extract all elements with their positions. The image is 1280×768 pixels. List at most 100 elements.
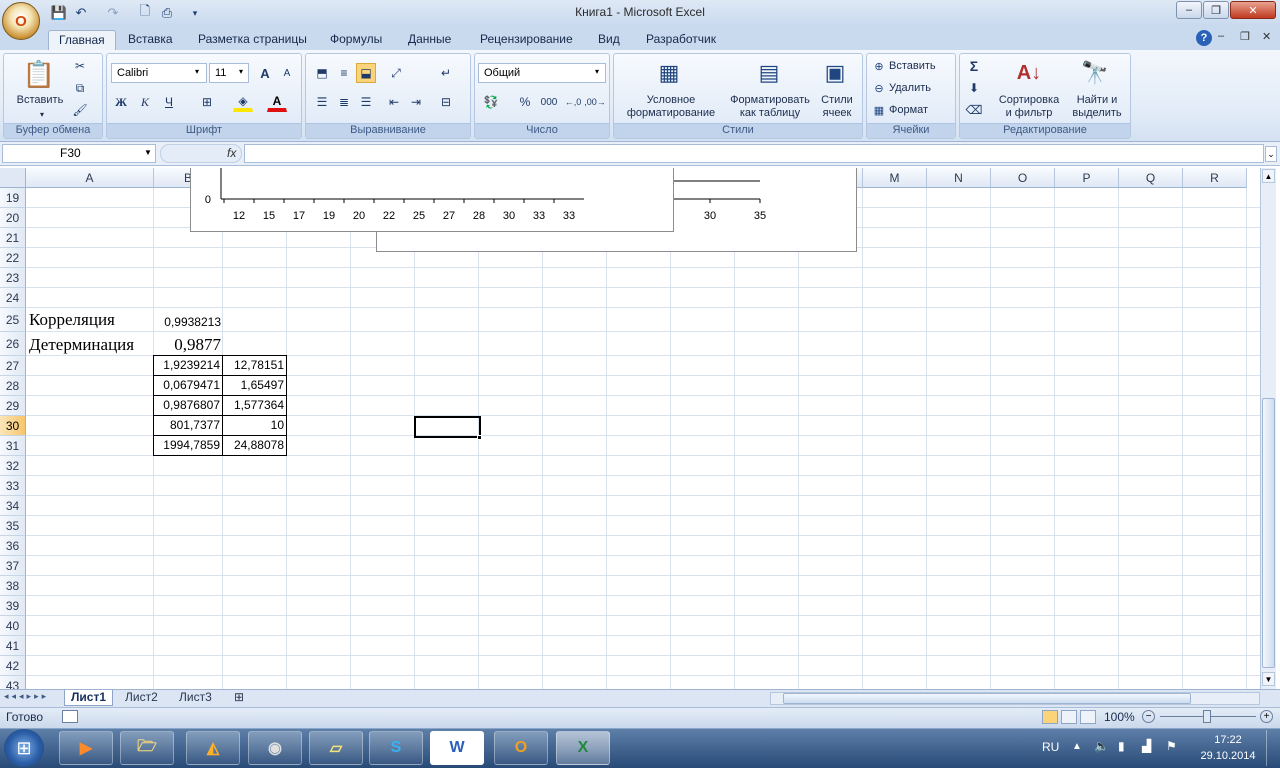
cell-b26[interactable]: 0,9877 xyxy=(155,334,221,356)
row-header-34[interactable]: 34 xyxy=(0,496,26,516)
number-format-combo[interactable]: Общий xyxy=(478,63,606,83)
sheet-tab-2[interactable]: Лист2 xyxy=(119,690,164,706)
office-button[interactable]: O xyxy=(2,2,40,40)
autosum-button[interactable]: Σ xyxy=(964,56,984,76)
insert-function-button[interactable]: fx xyxy=(160,144,242,163)
tab-data[interactable]: Данные xyxy=(398,30,461,50)
skype-icon[interactable]: S xyxy=(369,731,423,765)
tab-home[interactable]: Главная xyxy=(48,30,116,50)
delete-cells-button[interactable]: Удалить xyxy=(889,82,951,95)
orientation-icon[interactable]: ⤢ xyxy=(386,63,406,83)
worksheet-grid[interactable]: ABCDEFGHIJKLMNOPQR 192021222324252627282… xyxy=(0,168,1260,689)
clock-date[interactable]: 29.10.2014 xyxy=(1194,750,1262,762)
cell-b27[interactable]: 1,9239214 xyxy=(153,355,223,376)
cell-c28[interactable]: 1,65497 xyxy=(222,375,287,396)
row-header-33[interactable]: 33 xyxy=(0,476,26,496)
underline-button[interactable]: Ч xyxy=(159,92,179,112)
zoom-level[interactable]: 100% xyxy=(1104,710,1135,724)
align-right-icon[interactable]: ☰ xyxy=(356,92,376,112)
align-middle-icon[interactable]: ≡ xyxy=(334,63,354,83)
find-select-button[interactable]: Найти и выделить xyxy=(1066,94,1128,120)
vertical-scroll-thumb[interactable] xyxy=(1262,398,1275,668)
cut-icon[interactable]: ✂ xyxy=(70,56,90,76)
row-header-23[interactable]: 23 xyxy=(0,268,26,288)
sticky-notes-icon[interactable]: ▱ xyxy=(309,731,363,765)
borders-icon[interactable]: ⊞ xyxy=(197,92,217,112)
increase-indent-icon[interactable]: ⇥ xyxy=(406,92,426,112)
row-header-22[interactable]: 22 xyxy=(0,248,26,268)
sheet-tab-1[interactable]: Лист1 xyxy=(64,690,114,706)
cell-c31[interactable]: 24,88078 xyxy=(222,435,287,456)
horizontal-scroll-thumb[interactable] xyxy=(783,693,1191,704)
column-header-m[interactable]: M xyxy=(863,168,927,188)
formula-expand-icon[interactable]: ⌄ xyxy=(1265,146,1277,162)
shrink-font-button[interactable]: A xyxy=(277,63,297,83)
tray-expand-icon[interactable]: ▲ xyxy=(1072,741,1082,752)
cell-b25[interactable]: 0,9938213 xyxy=(155,310,221,330)
cell-b30[interactable]: 801,7377 xyxy=(153,415,223,436)
format-cells-button[interactable]: Формат xyxy=(889,104,951,117)
normal-view-icon[interactable] xyxy=(1042,710,1058,724)
thousands-button[interactable]: 000 xyxy=(537,92,561,112)
row-header-19[interactable]: 19 xyxy=(0,188,26,208)
horizontal-scrollbar[interactable] xyxy=(770,692,1260,705)
row-header-27[interactable]: 27 xyxy=(0,356,26,376)
row-header-40[interactable]: 40 xyxy=(0,616,26,636)
file-explorer-icon[interactable]: 🗁 xyxy=(120,731,174,765)
select-all-corner[interactable] xyxy=(0,168,26,188)
name-box[interactable]: F30 xyxy=(2,144,156,163)
row-header-25[interactable]: 25 xyxy=(0,308,26,332)
row-header-43[interactable]: 43 xyxy=(0,676,26,689)
font-color-button[interactable]: A xyxy=(267,92,287,112)
copy-icon[interactable]: ⧉ xyxy=(70,78,90,98)
sort-filter-button[interactable]: Сортировка и фильтр xyxy=(994,94,1064,120)
page-layout-view-icon[interactable] xyxy=(1061,710,1077,724)
restore-button[interactable]: ❐ xyxy=(1203,1,1229,19)
macro-record-icon[interactable] xyxy=(62,710,78,723)
excel-icon[interactable]: X xyxy=(556,731,610,765)
ribbon-minimize-icon[interactable]: – xyxy=(1218,30,1224,42)
column-header-r[interactable]: R xyxy=(1183,168,1247,188)
row-header-41[interactable]: 41 xyxy=(0,636,26,656)
language-indicator[interactable]: RU xyxy=(1042,740,1059,754)
percent-button[interactable]: % xyxy=(515,92,535,112)
cell-styles-button[interactable]: Стили ячеек xyxy=(814,94,860,120)
zoom-out-icon[interactable]: − xyxy=(1142,710,1155,723)
row-header-30[interactable]: 30 xyxy=(0,416,26,436)
selected-cell-f30[interactable] xyxy=(414,416,481,438)
cell-c29[interactable]: 1,577364 xyxy=(222,395,287,416)
zoom-in-icon[interactable]: + xyxy=(1260,710,1273,723)
align-left-icon[interactable]: ☰ xyxy=(312,92,332,112)
row-header-20[interactable]: 20 xyxy=(0,208,26,228)
align-center-icon[interactable]: ≣ xyxy=(334,92,354,112)
tab-review[interactable]: Рецензирование xyxy=(470,30,583,50)
currency-format-icon[interactable]: 💱 xyxy=(481,92,501,112)
vertical-scrollbar[interactable]: ▲ ▼ xyxy=(1260,168,1276,689)
formula-input[interactable] xyxy=(244,144,1264,163)
cell-a25[interactable]: Корреляция xyxy=(29,310,115,330)
column-header-n[interactable]: N xyxy=(927,168,991,188)
column-header-o[interactable]: O xyxy=(991,168,1055,188)
chart-1[interactable]: 0 12 15 17 19 20 22 25 27 28 30 33 33 xyxy=(190,168,674,232)
insert-cells-button[interactable]: Вставить xyxy=(889,60,951,73)
number-format-dropdown-icon[interactable]: ▾ xyxy=(595,67,599,76)
italic-button[interactable]: К xyxy=(135,92,155,112)
format-as-table-button[interactable]: Форматировать как таблицу xyxy=(722,94,818,120)
clear-icon[interactable]: ⌫ xyxy=(964,100,984,120)
cell-c27[interactable]: 12,78151 xyxy=(222,355,287,376)
row-header-38[interactable]: 38 xyxy=(0,576,26,596)
name-box-dropdown-icon[interactable]: ▼ xyxy=(144,148,152,157)
tab-view[interactable]: Вид xyxy=(588,30,630,50)
row-header-31[interactable]: 31 xyxy=(0,436,26,456)
cell-b29[interactable]: 0,9876807 xyxy=(153,395,223,416)
cell-b28[interactable]: 0,0679471 xyxy=(153,375,223,396)
outlook-icon[interactable]: O xyxy=(494,731,548,765)
grow-font-button[interactable]: A xyxy=(255,63,275,83)
zoom-slider-thumb[interactable] xyxy=(1203,710,1211,723)
fill-handle[interactable] xyxy=(477,435,482,440)
tab-page-layout[interactable]: Разметка страницы xyxy=(188,30,317,50)
new-sheet-icon[interactable]: ⊞ xyxy=(228,690,250,706)
decrease-decimal-icon[interactable]: ,00→ xyxy=(584,92,606,112)
word-icon[interactable]: W xyxy=(430,731,484,765)
wrap-text-icon[interactable]: ↵ xyxy=(436,63,456,83)
